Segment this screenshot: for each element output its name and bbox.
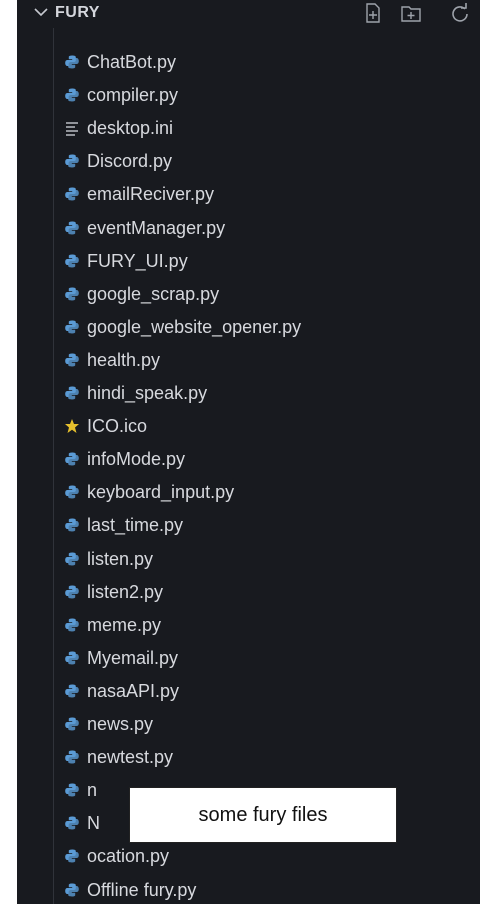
- file-item[interactable]: ChatBot.py: [17, 46, 480, 79]
- file-item[interactable]: desktop.ini: [17, 112, 480, 145]
- file-name: compiler.py: [87, 85, 179, 106]
- file-name: listen2.py: [87, 581, 164, 602]
- python-icon: [64, 319, 80, 335]
- file-name: infoMode.py: [87, 449, 186, 470]
- file-item[interactable]: meme.py: [17, 609, 480, 642]
- python-icon: [64, 385, 80, 401]
- python-icon: [64, 352, 80, 368]
- file-name: Offline fury.py: [87, 879, 197, 900]
- python-icon: [64, 584, 80, 600]
- file-item[interactable]: hindi_speak.py: [17, 377, 480, 410]
- file-item[interactable]: last_time.py: [17, 509, 480, 542]
- python-icon: [64, 749, 80, 765]
- file-item[interactable]: listen.py: [17, 543, 480, 576]
- python-icon: [64, 848, 80, 864]
- file-item[interactable]: news.py: [17, 708, 480, 741]
- python-icon: [64, 551, 80, 567]
- file-name: eventManager.py: [87, 217, 226, 238]
- python-icon: [64, 683, 80, 699]
- file-item[interactable]: health.py: [17, 344, 480, 377]
- file-name: meme.py: [87, 614, 162, 635]
- file-item[interactable]: google_scrap.py: [17, 278, 480, 311]
- new-file-icon[interactable]: [362, 1, 384, 25]
- file-name: google_website_opener.py: [87, 316, 302, 337]
- file-item[interactable]: nasaAPI.py: [17, 675, 480, 708]
- file-item[interactable]: ICO.ico: [17, 410, 480, 443]
- file-item[interactable]: newtest.py: [17, 741, 480, 774]
- file-name: Myemail.py: [87, 647, 179, 668]
- file-name: ChatBot.py: [87, 52, 177, 72]
- python-icon: [64, 253, 80, 269]
- file-name: news.py: [87, 714, 154, 734]
- python-icon: [64, 220, 80, 236]
- python-icon: [64, 153, 80, 169]
- file-item[interactable]: google_website_opener.py: [17, 311, 480, 344]
- file-item[interactable]: FURY_UI.py: [17, 245, 480, 278]
- file-item[interactable]: listen2.py: [17, 576, 480, 609]
- file-name: keyboard_input.py: [87, 482, 235, 503]
- python-icon: [64, 782, 80, 798]
- file-name: hindi_speak.py: [87, 383, 208, 403]
- file-name: N: [87, 813, 100, 834]
- python-icon: [64, 451, 80, 467]
- file-item[interactable]: keyboard_input.py: [17, 476, 480, 509]
- python-icon: [64, 484, 80, 500]
- refresh-icon[interactable]: [449, 1, 471, 25]
- python-icon: [64, 186, 80, 202]
- file-name: desktop.ini: [87, 118, 174, 139]
- file-name: newtest.py: [87, 747, 174, 768]
- file-item[interactable]: eventManager.py: [17, 212, 480, 245]
- file-name: Discord.py: [87, 151, 173, 172]
- file-name: nasaAPI.py: [87, 680, 180, 701]
- file-item[interactable]: Discord.py: [17, 145, 480, 178]
- python-icon: [64, 716, 80, 732]
- file-name: last_time.py: [87, 515, 184, 536]
- explorer-folder-header[interactable]: FURY: [17, 0, 480, 28]
- file-item[interactable]: ocation.py: [17, 840, 480, 873]
- file-item[interactable]: emailReciver.py: [17, 178, 480, 211]
- python-icon: [64, 87, 80, 103]
- file-item[interactable]: Offline fury.py: [17, 874, 480, 904]
- file-explorer-panel: ChatBot.py compiler.py desktop.ini Discord.…: [17, 0, 480, 904]
- python-icon: [64, 617, 80, 633]
- file-name: google_scrap.py: [87, 283, 220, 304]
- file-name: emailReciver.py: [87, 184, 215, 205]
- caption-box: some fury files: [129, 787, 397, 843]
- python-icon: [64, 54, 80, 70]
- python-icon: [64, 815, 80, 831]
- new-folder-icon[interactable]: [400, 1, 422, 25]
- chevron-down-icon[interactable]: [33, 2, 49, 22]
- settings-lines-icon: [64, 120, 80, 136]
- python-icon: [64, 650, 80, 666]
- file-name: n: [87, 780, 98, 801]
- file-name: ocation.py: [87, 846, 170, 867]
- file-item[interactable]: compiler.py: [17, 79, 480, 112]
- caption-text: some fury files: [198, 803, 328, 826]
- folder-name[interactable]: FURY: [55, 3, 100, 23]
- python-icon: [64, 882, 80, 898]
- file-item[interactable]: infoMode.py: [17, 443, 480, 476]
- file-name: FURY_UI.py: [87, 250, 188, 271]
- file-name: health.py: [87, 349, 161, 370]
- file-name: listen.py: [87, 548, 154, 569]
- python-icon: [64, 286, 80, 302]
- python-icon: [64, 517, 80, 533]
- file-item[interactable]: Myemail.py: [17, 642, 480, 675]
- file-name: ICO.ico: [87, 416, 148, 437]
- star-icon: [64, 418, 80, 434]
